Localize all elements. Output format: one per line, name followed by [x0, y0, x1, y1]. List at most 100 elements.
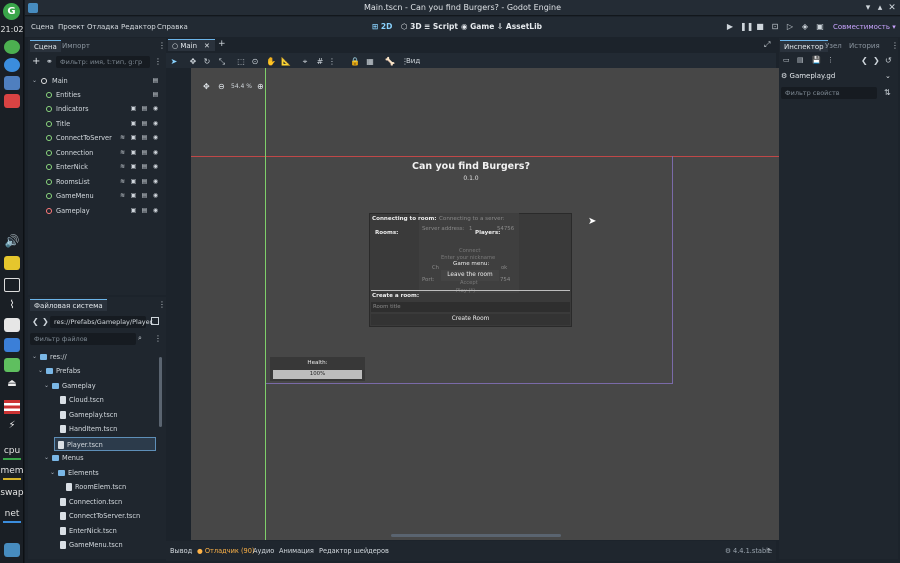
tab-audio[interactable]: Аудио: [253, 547, 274, 555]
film-icon[interactable]: ▣: [130, 178, 137, 185]
script-icon[interactable]: ▤: [141, 163, 148, 170]
collapse-arrow-icon[interactable]: ⌄: [32, 74, 37, 88]
launcher-green-icon[interactable]: [4, 40, 20, 54]
fs-file-roomelem[interactable]: RoomElem.tscn: [32, 480, 158, 494]
script-icon[interactable]: ▤: [152, 91, 159, 98]
node-gamemenu[interactable]: GameMenu ≋ ▣ ▤ ◉: [32, 189, 164, 203]
fs-scrollbar[interactable]: [159, 357, 162, 427]
collapse-arrow-icon[interactable]: ⌄: [44, 379, 49, 393]
movie-icon[interactable]: ▣: [815, 22, 825, 32]
visibility-eye-icon[interactable]: ◉: [152, 105, 159, 112]
script-icon[interactable]: ▤: [141, 192, 148, 199]
workspace-game[interactable]: ◉ Game: [461, 22, 494, 31]
collapse-arrow-icon[interactable]: ⌄: [38, 364, 43, 378]
extra-options-icon[interactable]: ⋮: [827, 56, 834, 64]
open-resource-icon[interactable]: ▤: [797, 56, 804, 64]
tab-filesystem[interactable]: Файловая система: [30, 299, 107, 311]
fs-folder-res[interactable]: ⌄ res://: [32, 350, 158, 364]
script-icon[interactable]: ▤: [141, 134, 148, 141]
visibility-eye-icon[interactable]: ◉: [152, 163, 159, 170]
tab-node[interactable]: Узел: [821, 40, 846, 52]
back-arrow-icon[interactable]: ❮: [32, 317, 39, 326]
node-title[interactable]: Title ▣ ▤ ◉: [32, 117, 164, 131]
play-custom-icon[interactable]: ◈: [800, 22, 810, 32]
fs-folder-menus[interactable]: ⌄ Menus: [32, 451, 158, 465]
script-icon[interactable]: ▤: [141, 120, 148, 127]
signal-icon[interactable]: ≋: [119, 178, 126, 185]
fs-file-gamemenu[interactable]: GameMenu.tscn: [32, 538, 158, 552]
film-icon[interactable]: ▣: [130, 120, 137, 127]
tab-debugger[interactable]: ● Отладчик (90): [197, 547, 255, 555]
add-tab-icon[interactable]: +: [218, 39, 226, 49]
signal-icon[interactable]: ≋: [119, 149, 126, 156]
collapse-arrow-icon[interactable]: ⌄: [44, 451, 49, 465]
property-options-icon[interactable]: ⇅: [884, 88, 891, 97]
script-icon[interactable]: ▤: [141, 178, 148, 185]
fs-file-handitem[interactable]: HandItem.tscn: [32, 422, 158, 436]
collapse-arrow-icon[interactable]: ⌄: [50, 466, 55, 480]
canvas-viewport[interactable]: ✥ ⊖ 54.4 % ⊕ Can you find Burgers? 0.1.0…: [191, 68, 801, 540]
film-icon[interactable]: ▣: [130, 192, 137, 199]
files-icon[interactable]: [4, 256, 20, 270]
resource-selector[interactable]: ⚙ Gameplay.gd ⌄: [781, 70, 893, 82]
selectable-tool-icon[interactable]: ⬚: [236, 57, 246, 67]
workspace-3d[interactable]: ⬡ 3D: [401, 22, 422, 31]
fs-file-player[interactable]: Player.tscn: [54, 437, 156, 451]
workspace-assetlib[interactable]: ⇩ AssetLib: [497, 22, 542, 31]
skeleton-icon[interactable]: 🦴: [385, 57, 395, 67]
node-main[interactable]: ⌄ Main ▤: [32, 74, 164, 88]
group-icon[interactable]: ▦: [365, 57, 375, 67]
remote-debug-icon[interactable]: ⊡: [770, 22, 780, 32]
move-tool-icon[interactable]: ✥: [188, 57, 198, 67]
fs-file-cloud[interactable]: Cloud.tscn: [32, 393, 158, 407]
visibility-eye-icon[interactable]: ◉: [152, 149, 159, 156]
smart-snap-icon[interactable]: ⌖: [300, 57, 310, 67]
visibility-eye-icon[interactable]: ◉: [152, 207, 159, 214]
stop-icon[interactable]: ■: [755, 22, 765, 32]
menu-editor[interactable]: Редактор: [121, 23, 156, 31]
signal-icon[interactable]: ≋: [119, 192, 126, 199]
fs-folder-prefabs[interactable]: ⌄ Prefabs: [32, 364, 158, 378]
visibility-eye-icon[interactable]: ◉: [152, 134, 159, 141]
flag-us-icon[interactable]: [4, 400, 20, 414]
script-icon[interactable]: ▤: [141, 105, 148, 112]
fs-file-gameplay[interactable]: Gameplay.tscn: [32, 408, 158, 422]
tab-main-scene[interactable]: ○ Main ✕: [168, 39, 216, 51]
tab-shader-editor[interactable]: Редактор шейдеров: [319, 547, 389, 555]
toggle-panel-icon[interactable]: ⇡: [766, 547, 772, 555]
add-node-icon[interactable]: +: [32, 56, 40, 67]
filter-options-icon[interactable]: ⋮: [154, 57, 162, 66]
node-connection[interactable]: Connection ≋ ▣ ▤ ◉: [32, 146, 164, 160]
ruler-tool-icon[interactable]: 📐: [281, 57, 291, 67]
scene-dock-menu-icon[interactable]: ⋮: [158, 41, 166, 50]
pan-icon[interactable]: ✥: [203, 82, 210, 91]
play-scene-icon[interactable]: ▷: [785, 22, 795, 32]
qr-icon[interactable]: [4, 318, 20, 332]
scene-filter-input[interactable]: Фильтр: имя, t:тип, g:гр: [56, 56, 150, 68]
tab-history[interactable]: История: [845, 40, 884, 52]
monitor-icon[interactable]: [4, 278, 20, 292]
menu-debug[interactable]: Отладка: [87, 23, 119, 31]
fs-options-icon[interactable]: ⋮: [154, 334, 162, 343]
fs-filter-input[interactable]: Фильтр файлов: [30, 333, 136, 345]
create-room-button[interactable]: Create Room: [371, 314, 570, 325]
save-resource-icon[interactable]: 💾: [812, 56, 821, 64]
lock-icon[interactable]: 🔒: [350, 57, 360, 67]
fs-file-enternick[interactable]: EnterNick.tscn: [32, 524, 158, 538]
close-icon[interactable]: ✕: [887, 3, 897, 13]
visibility-eye-icon[interactable]: ◉: [152, 178, 159, 185]
fs-path-input[interactable]: res://Prefabs/Gameplay/Player.: [50, 316, 154, 328]
fs-folder-elements[interactable]: ⌄ Elements: [32, 466, 158, 480]
view-menu[interactable]: Вид: [406, 57, 420, 65]
godot-taskbar-icon[interactable]: [4, 543, 20, 557]
horizontal-scrollbar[interactable]: [391, 534, 561, 537]
menu-project[interactable]: Проект: [58, 23, 85, 31]
film-icon[interactable]: ▣: [130, 105, 137, 112]
pan-tool-icon[interactable]: ✋: [266, 57, 276, 67]
visibility-eye-icon[interactable]: ◉: [152, 120, 159, 127]
split-view-icon[interactable]: [151, 317, 159, 325]
workspace-2d[interactable]: ⊞ 2D: [372, 22, 392, 31]
pause-icon[interactable]: ❚❚: [740, 22, 753, 32]
maximize-icon[interactable]: ▴: [875, 3, 885, 13]
distraction-free-icon[interactable]: ⤢: [764, 40, 770, 50]
